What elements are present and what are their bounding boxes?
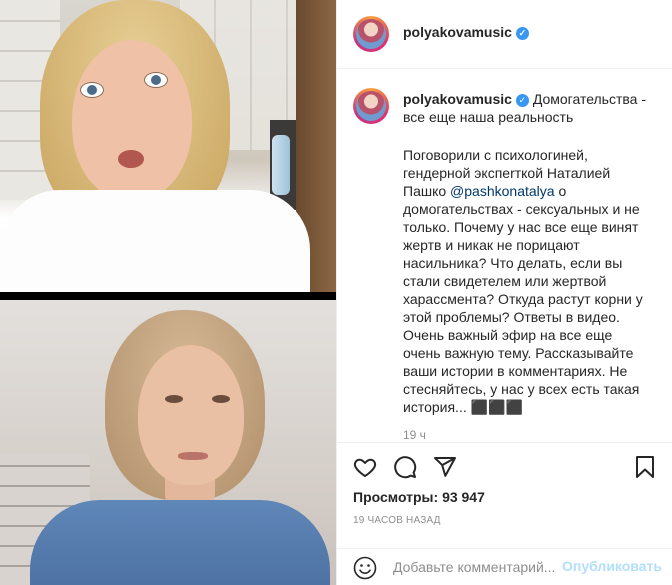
- person-face: [72, 40, 192, 200]
- water-bottle: [272, 135, 290, 195]
- publish-button[interactable]: Опубликовать: [562, 558, 662, 574]
- guest-eye-left: [165, 395, 183, 403]
- video-frame-bottom[interactable]: [0, 300, 336, 585]
- guest-face: [138, 345, 244, 485]
- verified-badge-icon: ✓: [515, 26, 529, 40]
- author-avatar[interactable]: [353, 16, 389, 52]
- verified-badge-icon: ✓: [515, 93, 529, 107]
- comment-icon[interactable]: [393, 455, 417, 479]
- guest-eye-right: [212, 395, 230, 403]
- person-eye-right: [144, 72, 168, 88]
- comment-box: Опубликовать: [337, 549, 672, 585]
- comment-input[interactable]: [393, 558, 561, 576]
- share-icon[interactable]: [433, 455, 457, 479]
- video-frame-top[interactable]: [0, 0, 336, 292]
- caption-username[interactable]: polyakovamusic: [403, 91, 512, 107]
- smiley-icon[interactable]: [353, 556, 377, 580]
- post-side-panel: polyakovamusic ✓ polyakovamusic ✓ Домогате…: [336, 0, 672, 585]
- posted-ago[interactable]: 19 ЧАСОВ НАЗАД: [353, 515, 441, 526]
- header-username[interactable]: polyakovamusic: [403, 24, 512, 40]
- divider: [337, 442, 672, 443]
- person-mouth: [118, 150, 144, 168]
- caption-avatar[interactable]: [353, 88, 389, 124]
- views-count-row: Просмотры: 93 947: [353, 489, 485, 505]
- caption-text-part2: о домогательствах - сексуальных и не тол…: [403, 183, 643, 415]
- header-username-wrap: polyakovamusic ✓: [403, 24, 529, 40]
- views-count: 93 947: [442, 489, 485, 505]
- white-shirt: [0, 190, 310, 292]
- post-header: polyakovamusic ✓: [337, 0, 672, 69]
- post-media[interactable]: [0, 0, 336, 585]
- views-label: Просмотры:: [353, 489, 439, 505]
- mention-link[interactable]: @pashkonatalya: [450, 183, 555, 199]
- post-actions: [353, 455, 657, 481]
- caption-body: Поговорили с психологиней, гендерной экс…: [403, 146, 651, 416]
- guest-mouth: [178, 452, 208, 460]
- heart-icon[interactable]: [353, 455, 377, 479]
- blue-jacket: [30, 500, 330, 585]
- post-caption: polyakovamusic ✓ Домогательства - все еще…: [403, 90, 651, 416]
- bookmark-icon[interactable]: [633, 455, 657, 479]
- caption-time[interactable]: 19 ч: [403, 428, 426, 442]
- caption-emoji: ⬛⬛⬛: [470, 399, 523, 415]
- person-eye-left: [80, 82, 104, 98]
